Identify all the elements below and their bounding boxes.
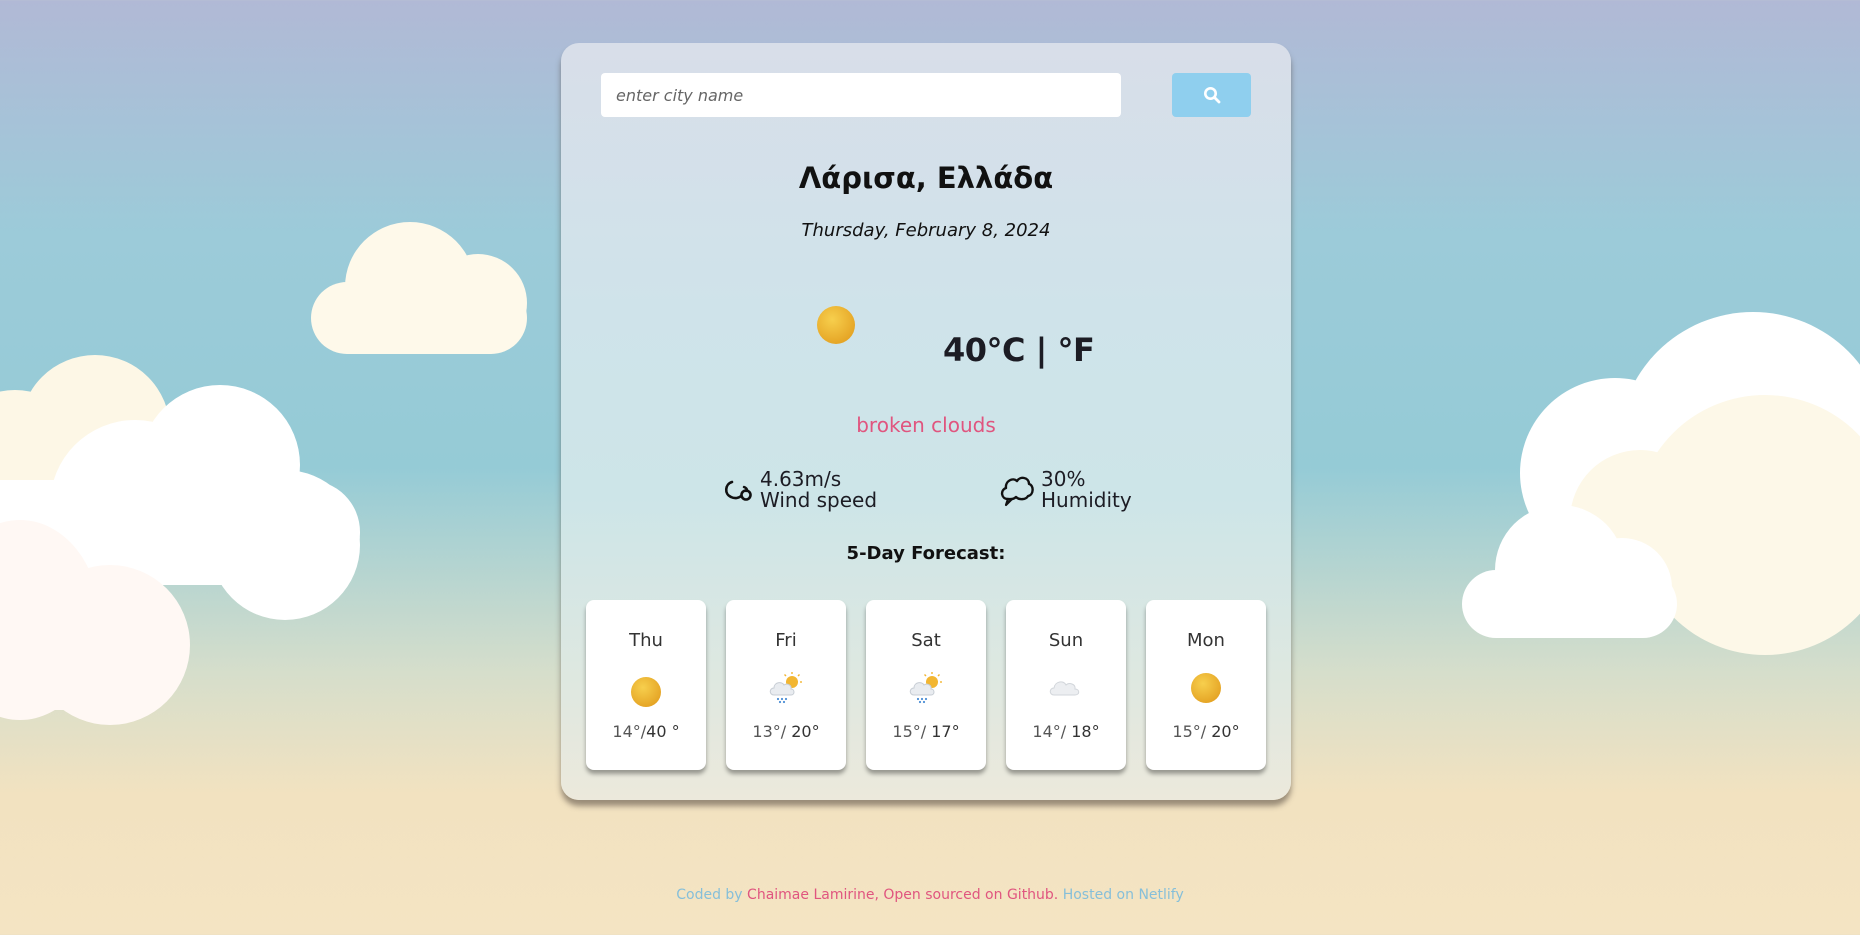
forecast-day-card: Sun 14°/ 18° (1006, 600, 1126, 770)
humidity-label: Humidity (1041, 488, 1132, 512)
wind-speed-stat: 4.63m/s Wind speed (722, 469, 877, 511)
forecast-temperature-range: 15°/ 17° (866, 722, 986, 741)
forecast-day-name: Fri (775, 630, 797, 651)
netlify-link[interactable]: Netlify (1138, 887, 1183, 903)
current-temperature: 40°C | °F (943, 331, 1095, 369)
forecast-min-temp: 15°/ (892, 722, 927, 741)
forecast-min-temp: 14°/ (1032, 722, 1067, 741)
forecast-max-temp: 17° (926, 722, 960, 741)
forecast-temperature-range: 14°/ 18° (1006, 722, 1126, 741)
forecast-min-temp: 14°/ (612, 722, 647, 741)
background-cloud-left (0, 350, 360, 725)
weather-card: Λάρισα, Ελλάδα Thursday, February 8, 202… (561, 43, 1291, 800)
forecast-temperature-range: 13°/ 20° (726, 722, 846, 741)
forecast-day-name: Mon (1187, 630, 1225, 651)
wind-speed-value: 4.63m/s (760, 467, 842, 491)
forecast-day-name: Sun (1048, 630, 1084, 651)
weather-description: broken clouds (856, 413, 996, 437)
humidity-stat: 30% Humidity (999, 469, 1132, 511)
wind-speed-label: Wind speed (760, 488, 878, 512)
sun-icon (631, 677, 661, 707)
sun-icon (1191, 673, 1221, 703)
rain-cloud-sun-icon (769, 672, 802, 704)
background-cloud-top-left (311, 222, 527, 354)
forecast-max-temp: 20° (1206, 722, 1240, 741)
sun-icon (817, 306, 855, 344)
current-date: Thursday, February 8, 2024 (801, 220, 1051, 241)
humidity-value: 30% (1041, 467, 1086, 491)
forecast-day-card: Fri 13°/ 20° (726, 600, 846, 770)
forecast-max-temp: 20° (786, 722, 820, 741)
forecast-day-card: Mon 15°/ 20° (1146, 600, 1266, 770)
cloud-icon (1049, 681, 1080, 696)
background-cloud-right (1460, 310, 1860, 655)
wind-icon (724, 480, 752, 501)
city-search-input[interactable] (601, 73, 1121, 117)
forecast-temperature-range: 14°/40 ° (586, 722, 706, 741)
footer: Coded by Chaimae Lamirine, Open sourced … (0, 887, 1860, 903)
forecast-min-temp: 15°/ (1172, 722, 1207, 741)
temperature-value: 40 (943, 331, 987, 369)
forecast-day-card: Thu 14°/40 ° (586, 600, 706, 770)
search-icon (1203, 87, 1220, 104)
cloud-outline-icon (1000, 476, 1034, 507)
forecast-min-temp: 13°/ (752, 722, 787, 741)
footer-coded-by: Coded by (676, 887, 748, 903)
rain-cloud-sun-icon (909, 672, 942, 704)
github-link[interactable]: Open sourced on Github. (883, 887, 1058, 903)
city-name: Λάρισα, Ελλάδα (798, 161, 1054, 195)
unit-separator: | (1025, 331, 1058, 369)
author-link[interactable]: Chaimae Lamirine (747, 887, 874, 903)
search-button[interactable] (1172, 73, 1251, 117)
footer-hosted-on: Hosted on (1058, 887, 1139, 903)
forecast-title: 5-Day Forecast: (846, 543, 1006, 564)
forecast-temperature-range: 15°/ 20° (1146, 722, 1266, 741)
forecast-day-name: Thu (629, 630, 663, 651)
forecast-day-name: Sat (911, 630, 941, 651)
forecast-max-temp: 18° (1066, 722, 1100, 741)
forecast-max-temp: 40 ° (646, 722, 680, 741)
forecast-day-card: Sat 15°/ 17° (866, 600, 986, 770)
celsius-unit[interactable]: °C (987, 331, 1026, 369)
fahrenheit-unit[interactable]: °F (1057, 331, 1094, 369)
